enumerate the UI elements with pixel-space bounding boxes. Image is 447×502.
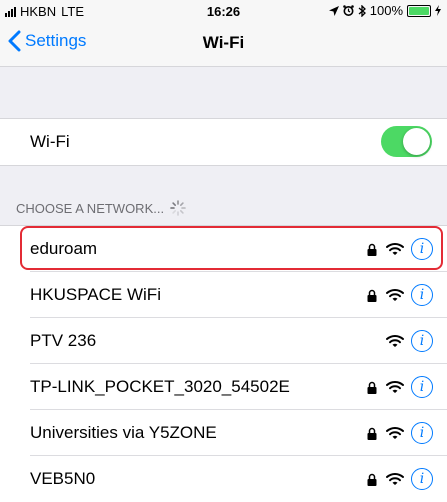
wifi-signal-icon: [386, 288, 404, 302]
lock-icon: [366, 243, 378, 256]
wifi-toggle-row: Wi-Fi: [0, 119, 447, 165]
info-icon[interactable]: i: [411, 468, 433, 490]
wifi-signal-icon: [386, 242, 404, 256]
lock-icon: [366, 473, 378, 486]
wifi-signal-icon: [386, 472, 404, 486]
network-name: TP-LINK_POCKET_3020_54502E: [30, 377, 290, 396]
wifi-toggle-group: Wi-Fi: [0, 118, 447, 166]
network-row[interactable]: VEB5N0 i: [0, 456, 447, 502]
loading-spinner-icon: [170, 200, 186, 216]
network-row[interactable]: eduroam i: [0, 226, 447, 272]
section-header-label: CHOOSE A NETWORK...: [16, 200, 165, 216]
network-row[interactable]: HKUSPACE WiFi i: [0, 272, 447, 318]
wifi-signal-icon: [386, 426, 404, 440]
lock-icon: [366, 427, 378, 440]
wifi-toggle-switch[interactable]: [381, 126, 432, 157]
wifi-toggle-label: Wi-Fi: [30, 132, 70, 151]
status-bar: HKBN LTE 16:26 100%: [0, 0, 447, 22]
battery-percent: 100%: [369, 3, 403, 18]
network-row[interactable]: TP-LINK_POCKET_3020_54502E i: [0, 364, 447, 410]
info-icon[interactable]: i: [411, 422, 433, 444]
network-icons: i: [366, 272, 433, 318]
network-name: PTV 236: [30, 331, 97, 350]
network-icons: i: [366, 318, 433, 364]
lock-icon: [366, 381, 378, 394]
network-name: Universities via Y5ZONE: [30, 423, 217, 442]
lock-icon: [366, 289, 378, 302]
section-header: CHOOSE A NETWORK...: [16, 200, 186, 216]
info-icon[interactable]: i: [411, 284, 433, 306]
location-arrow-icon: [328, 5, 339, 16]
navigation-bar: Settings Wi-Fi: [0, 22, 447, 67]
bluetooth-icon: [358, 4, 366, 17]
network-name: eduroam: [30, 239, 98, 258]
wifi-signal-icon: [386, 380, 404, 394]
network-icons: i: [366, 364, 433, 410]
info-icon[interactable]: i: [411, 376, 433, 398]
network-row[interactable]: Universities via Y5ZONE i: [0, 410, 447, 456]
network-list: eduroam i HKUSPACE WiFi i PTV 236 i TP-LINK_PO…: [0, 225, 447, 502]
toggle-knob: [403, 128, 430, 155]
alarm-clock-icon: [342, 5, 354, 16]
battery-icon: [407, 4, 431, 17]
status-right: 100%: [325, 3, 441, 18]
network-name: VEB5N0: [30, 469, 96, 488]
info-icon[interactable]: i: [411, 330, 433, 352]
network-icons: i: [366, 226, 433, 272]
info-icon[interactable]: i: [411, 238, 433, 260]
network-row[interactable]: PTV 236 i: [0, 318, 447, 364]
network-name: HKUSPACE WiFi: [30, 285, 161, 304]
network-icons: i: [366, 410, 433, 456]
page-title: Wi-Fi: [202, 33, 245, 52]
charging-bolt-icon: [435, 5, 441, 16]
wifi-signal-icon: [386, 334, 404, 348]
network-icons: i: [366, 456, 433, 502]
